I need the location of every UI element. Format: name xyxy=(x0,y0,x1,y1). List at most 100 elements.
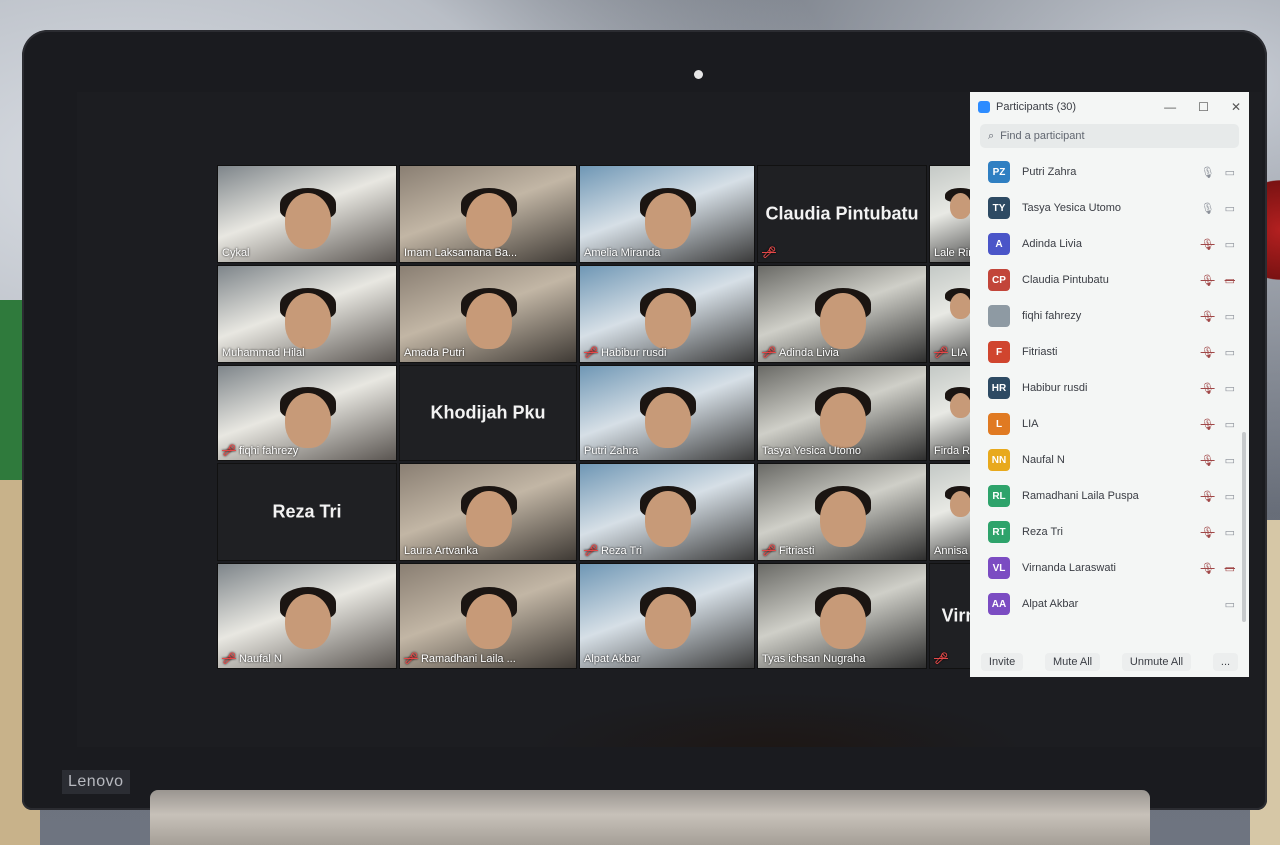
mic-muted-icon: 🎤︎ xyxy=(934,653,948,665)
participant-video-face xyxy=(949,293,971,319)
camera-on-icon[interactable]: ▭ xyxy=(1225,526,1235,539)
video-tile-label: 🎤︎ xyxy=(934,652,948,665)
participant-row[interactable]: CP Claudia Pintubatu 🎙︎ ▭ xyxy=(970,262,1249,298)
participants-panel: Participants (30) — ☐ ✕ ⌕ Find a partici… xyxy=(970,92,1249,677)
participant-video-face xyxy=(466,293,512,349)
mic-muted-icon[interactable]: 🎙︎ xyxy=(1201,310,1215,323)
camera-on-icon[interactable]: ▭ xyxy=(1225,490,1235,503)
mic-muted-icon[interactable]: 🎙︎ xyxy=(1201,382,1215,395)
participant-row[interactable]: PZ Putri Zahra 🎙︎ ▭ xyxy=(970,154,1249,190)
video-tile[interactable]: Khodijah Pku xyxy=(399,365,577,461)
avatar: RL xyxy=(988,485,1010,507)
video-tile[interactable]: 🎤︎ Fitriasti xyxy=(757,463,927,561)
participant-row[interactable]: TY Tasya Yesica Utomo 🎙︎ ▭ xyxy=(970,190,1249,226)
participant-row[interactable]: A Adinda Livia 🎙︎ ▭ xyxy=(970,226,1249,262)
mic-muted-icon[interactable]: 🎙︎ xyxy=(1201,418,1215,431)
mic-on-icon[interactable]: 🎙︎ xyxy=(1201,202,1215,215)
camera-on-icon[interactable]: ▭ xyxy=(1225,238,1235,251)
participants-title: Participants (30) xyxy=(996,101,1077,113)
video-tile[interactable]: Tasya Yesica Utomo xyxy=(757,365,927,461)
participant-row[interactable]: HR Habibur rusdi 🎙︎ ▭ xyxy=(970,370,1249,406)
video-tile[interactable]: Muhammad Hilal xyxy=(217,265,397,363)
participant-name: LIA xyxy=(1022,418,1039,430)
camera-off-icon[interactable]: ▭ xyxy=(1225,274,1235,287)
participant-search[interactable]: ⌕ Find a participant xyxy=(980,124,1239,148)
invite-button[interactable]: Invite xyxy=(980,653,1024,671)
scrollbar[interactable] xyxy=(1242,432,1246,622)
video-tile[interactable]: 🎤︎ Naufal N xyxy=(217,563,397,669)
video-tile-label: 🎤︎ Ramadhani Laila ... xyxy=(404,652,516,666)
video-tile[interactable]: 🎤︎ Ramadhani Laila ... xyxy=(399,563,577,669)
video-tile[interactable]: Tyas ichsan Nugraha xyxy=(757,563,927,669)
mic-on-icon[interactable]: 🎙︎ xyxy=(1201,166,1215,179)
camera-on-icon[interactable]: ▭ xyxy=(1225,382,1235,395)
video-tile[interactable]: 🎤︎ Habibur rusdi xyxy=(579,265,755,363)
participant-row[interactable]: fiqhi fahrezy 🎙︎ ▭ xyxy=(970,298,1249,334)
avatar: AA xyxy=(988,593,1010,615)
mic-muted-icon[interactable]: 🎙︎ xyxy=(1201,562,1215,575)
maximize-icon[interactable]: ☐ xyxy=(1198,100,1209,114)
unmute-all-button[interactable]: Unmute All xyxy=(1121,653,1192,671)
camera-on-icon[interactable]: ▭ xyxy=(1225,454,1235,467)
video-tile[interactable]: Reza Tri xyxy=(217,463,397,561)
brand-logo: Lenovo xyxy=(62,770,130,794)
avatar: RT xyxy=(988,521,1010,543)
mic-muted-icon[interactable]: 🎙︎ xyxy=(1201,526,1215,539)
mute-all-button[interactable]: Mute All xyxy=(1044,653,1101,671)
participant-name: Virnanda Laraswati xyxy=(1022,562,1116,574)
camera-on-icon[interactable]: ▭ xyxy=(1225,418,1235,431)
video-tile[interactable]: 🎤︎ fiqhi fahrezy xyxy=(217,365,397,461)
participant-status-icons: 🎙︎ ▭ xyxy=(1201,166,1235,179)
camera-on-icon[interactable]: ▭ xyxy=(1225,202,1235,215)
mic-muted-icon[interactable]: 🎙︎ xyxy=(1201,490,1215,503)
participant-name: Claudia Pintubatu xyxy=(1022,274,1109,286)
participant-row[interactable]: NN Naufal N 🎙︎ ▭ xyxy=(970,442,1249,478)
participant-row[interactable]: RL Ramadhani Laila Puspa 🎙︎ ▭ xyxy=(970,478,1249,514)
video-tile[interactable]: 🎤︎ Reza Tri xyxy=(579,463,755,561)
video-tile[interactable]: Imam Laksamana Ba... xyxy=(399,165,577,263)
video-tile[interactable]: Amada Putri xyxy=(399,265,577,363)
video-tile[interactable]: Claudia Pintubatu 🎤︎ xyxy=(757,165,927,263)
video-tile[interactable]: Alpat Akbar xyxy=(579,563,755,669)
participant-row[interactable]: AA Alpat Akbar ▭ xyxy=(970,586,1249,622)
participant-name-display: Khodijah Pku xyxy=(430,402,546,423)
mic-muted-icon[interactable]: 🎙︎ xyxy=(1201,346,1215,359)
mic-muted-icon[interactable]: 🎙︎ xyxy=(1201,238,1215,251)
participant-name: Fitriasti xyxy=(1022,346,1058,358)
video-tile-label: 🎤︎ Habibur rusdi xyxy=(584,346,666,360)
video-tile-label: 🎤︎ Fitriasti xyxy=(762,544,814,558)
participant-status-icons: ▭ xyxy=(1225,598,1235,611)
avatar: VL xyxy=(988,557,1010,579)
camera-off-icon[interactable]: ▭ xyxy=(1225,562,1235,575)
minimize-icon[interactable]: — xyxy=(1164,100,1176,114)
video-tile[interactable]: 🎤︎ Adinda Livia xyxy=(757,265,927,363)
participant-video-face xyxy=(466,193,512,249)
video-tile-label: Muhammad Hilal xyxy=(222,347,305,359)
participant-video-face xyxy=(466,491,512,547)
video-tile[interactable]: Cykal xyxy=(217,165,397,263)
participant-row[interactable]: RT Reza Tri 🎙︎ ▭ xyxy=(970,514,1249,550)
participant-row[interactable]: L LIA 🎙︎ ▭ xyxy=(970,406,1249,442)
avatar: L xyxy=(988,413,1010,435)
video-tile[interactable]: Amelia Miranda xyxy=(579,165,755,263)
mic-muted-icon[interactable]: 🎙︎ xyxy=(1201,454,1215,467)
camera-on-icon[interactable]: ▭ xyxy=(1225,166,1235,179)
more-button[interactable]: ... xyxy=(1212,653,1239,671)
participant-row[interactable]: F Fitriasti 🎙︎ ▭ xyxy=(970,334,1249,370)
close-icon[interactable]: ✕ xyxy=(1231,100,1241,114)
mic-muted-icon[interactable]: 🎙︎ xyxy=(1201,274,1215,287)
video-tile-label: Putri Zahra xyxy=(584,445,638,457)
video-tile-label: Amelia Miranda xyxy=(584,247,660,259)
camera-on-icon[interactable]: ▭ xyxy=(1225,598,1235,611)
participant-row[interactable]: VL Virnanda Laraswati 🎙︎ ▭ xyxy=(970,550,1249,586)
participant-status-icons: 🎙︎ ▭ xyxy=(1201,238,1235,251)
camera-on-icon[interactable]: ▭ xyxy=(1225,310,1235,323)
camera-on-icon[interactable]: ▭ xyxy=(1225,346,1235,359)
participant-video-face xyxy=(820,392,866,449)
participant-name: Reza Tri xyxy=(1022,526,1063,538)
video-tile[interactable]: Putri Zahra xyxy=(579,365,755,461)
mic-muted-icon: 🎤︎ xyxy=(762,347,776,359)
video-tile-label: 🎤︎ Reza Tri xyxy=(584,544,642,558)
video-tile[interactable]: Laura Artvanka xyxy=(399,463,577,561)
participant-name: Alpat Akbar xyxy=(1022,598,1079,610)
